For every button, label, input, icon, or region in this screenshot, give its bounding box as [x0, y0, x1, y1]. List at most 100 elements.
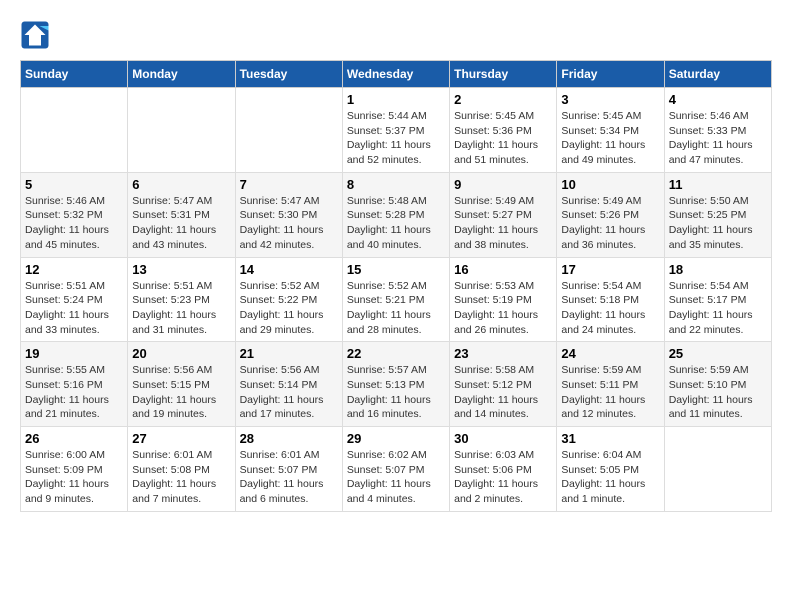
day-info: Sunrise: 5:45 AM	[561, 109, 659, 124]
day-number: 9	[454, 177, 552, 192]
calendar-day-cell: 28Sunrise: 6:01 AMSunset: 5:07 PMDayligh…	[235, 427, 342, 512]
day-info: Daylight: 11 hours	[561, 138, 659, 153]
calendar-day-cell: 10Sunrise: 5:49 AMSunset: 5:26 PMDayligh…	[557, 172, 664, 257]
day-info: Sunrise: 5:49 AM	[561, 194, 659, 209]
day-info: Sunrise: 5:46 AM	[25, 194, 123, 209]
day-info: and 47 minutes.	[669, 153, 767, 168]
day-info: Sunrise: 6:04 AM	[561, 448, 659, 463]
day-info: Sunset: 5:30 PM	[240, 208, 338, 223]
day-info: Sunrise: 5:56 AM	[240, 363, 338, 378]
day-number: 29	[347, 431, 445, 446]
day-info: Daylight: 11 hours	[240, 223, 338, 238]
day-number: 4	[669, 92, 767, 107]
weekday-header: Sunday	[21, 61, 128, 88]
day-info: Sunrise: 5:59 AM	[669, 363, 767, 378]
day-info: Sunset: 5:19 PM	[454, 293, 552, 308]
day-info: Daylight: 11 hours	[454, 477, 552, 492]
day-info: Sunset: 5:21 PM	[347, 293, 445, 308]
day-number: 11	[669, 177, 767, 192]
weekday-header: Monday	[128, 61, 235, 88]
day-info: and 16 minutes.	[347, 407, 445, 422]
day-info: Sunset: 5:05 PM	[561, 463, 659, 478]
logo	[20, 20, 54, 50]
day-info: Sunrise: 6:00 AM	[25, 448, 123, 463]
calendar-day-cell	[21, 88, 128, 173]
calendar-day-cell: 27Sunrise: 6:01 AMSunset: 5:08 PMDayligh…	[128, 427, 235, 512]
day-info: Daylight: 11 hours	[669, 223, 767, 238]
calendar-table: SundayMondayTuesdayWednesdayThursdayFrid…	[20, 60, 772, 512]
day-info: Daylight: 11 hours	[347, 223, 445, 238]
day-info: and 22 minutes.	[669, 323, 767, 338]
day-number: 22	[347, 346, 445, 361]
calendar-day-cell: 24Sunrise: 5:59 AMSunset: 5:11 PMDayligh…	[557, 342, 664, 427]
day-info: and 29 minutes.	[240, 323, 338, 338]
day-number: 27	[132, 431, 230, 446]
day-number: 20	[132, 346, 230, 361]
day-info: Sunset: 5:25 PM	[669, 208, 767, 223]
calendar-day-cell: 2Sunrise: 5:45 AMSunset: 5:36 PMDaylight…	[450, 88, 557, 173]
weekday-header: Friday	[557, 61, 664, 88]
day-info: Sunrise: 5:47 AM	[132, 194, 230, 209]
day-info: Daylight: 11 hours	[561, 393, 659, 408]
day-info: and 12 minutes.	[561, 407, 659, 422]
calendar-day-cell: 30Sunrise: 6:03 AMSunset: 5:06 PMDayligh…	[450, 427, 557, 512]
day-info: and 2 minutes.	[454, 492, 552, 507]
day-info: Sunset: 5:36 PM	[454, 124, 552, 139]
day-info: Sunset: 5:09 PM	[25, 463, 123, 478]
day-number: 5	[25, 177, 123, 192]
day-number: 12	[25, 262, 123, 277]
day-info: Daylight: 11 hours	[454, 308, 552, 323]
calendar-day-cell: 23Sunrise: 5:58 AMSunset: 5:12 PMDayligh…	[450, 342, 557, 427]
day-info: Daylight: 11 hours	[25, 477, 123, 492]
calendar-day-cell: 25Sunrise: 5:59 AMSunset: 5:10 PMDayligh…	[664, 342, 771, 427]
day-info: Daylight: 11 hours	[240, 308, 338, 323]
day-info: Sunrise: 5:52 AM	[347, 279, 445, 294]
day-info: and 24 minutes.	[561, 323, 659, 338]
day-number: 19	[25, 346, 123, 361]
weekday-header: Tuesday	[235, 61, 342, 88]
day-number: 24	[561, 346, 659, 361]
day-info: and 17 minutes.	[240, 407, 338, 422]
day-info: Sunset: 5:34 PM	[561, 124, 659, 139]
day-info: Sunset: 5:15 PM	[132, 378, 230, 393]
calendar-day-cell: 22Sunrise: 5:57 AMSunset: 5:13 PMDayligh…	[342, 342, 449, 427]
day-info: Daylight: 11 hours	[561, 477, 659, 492]
day-info: Daylight: 11 hours	[454, 393, 552, 408]
day-number: 25	[669, 346, 767, 361]
calendar-day-cell: 6Sunrise: 5:47 AMSunset: 5:31 PMDaylight…	[128, 172, 235, 257]
day-info: and 14 minutes.	[454, 407, 552, 422]
day-info: Sunset: 5:26 PM	[561, 208, 659, 223]
day-info: Sunset: 5:31 PM	[132, 208, 230, 223]
day-number: 7	[240, 177, 338, 192]
day-info: Daylight: 11 hours	[561, 308, 659, 323]
calendar-week-row: 26Sunrise: 6:00 AMSunset: 5:09 PMDayligh…	[21, 427, 772, 512]
day-info: and 19 minutes.	[132, 407, 230, 422]
calendar-day-cell: 13Sunrise: 5:51 AMSunset: 5:23 PMDayligh…	[128, 257, 235, 342]
calendar-day-cell: 7Sunrise: 5:47 AMSunset: 5:30 PMDaylight…	[235, 172, 342, 257]
day-info: and 35 minutes.	[669, 238, 767, 253]
day-info: Daylight: 11 hours	[669, 308, 767, 323]
calendar-day-cell: 4Sunrise: 5:46 AMSunset: 5:33 PMDaylight…	[664, 88, 771, 173]
calendar-day-cell	[128, 88, 235, 173]
day-info: Sunset: 5:18 PM	[561, 293, 659, 308]
calendar-day-cell: 31Sunrise: 6:04 AMSunset: 5:05 PMDayligh…	[557, 427, 664, 512]
logo-icon	[20, 20, 50, 50]
day-info: Daylight: 11 hours	[132, 393, 230, 408]
day-info: Sunrise: 5:44 AM	[347, 109, 445, 124]
calendar-day-cell: 9Sunrise: 5:49 AMSunset: 5:27 PMDaylight…	[450, 172, 557, 257]
day-info: Daylight: 11 hours	[25, 223, 123, 238]
day-info: Sunrise: 5:52 AM	[240, 279, 338, 294]
calendar-day-cell: 5Sunrise: 5:46 AMSunset: 5:32 PMDaylight…	[21, 172, 128, 257]
day-info: and 45 minutes.	[25, 238, 123, 253]
day-info: and 11 minutes.	[669, 407, 767, 422]
day-info: Daylight: 11 hours	[669, 138, 767, 153]
day-info: and 9 minutes.	[25, 492, 123, 507]
day-number: 30	[454, 431, 552, 446]
day-number: 16	[454, 262, 552, 277]
day-info: Sunrise: 5:57 AM	[347, 363, 445, 378]
day-info: Sunset: 5:10 PM	[669, 378, 767, 393]
day-info: Sunrise: 5:51 AM	[25, 279, 123, 294]
day-info: Sunrise: 5:56 AM	[132, 363, 230, 378]
day-number: 13	[132, 262, 230, 277]
weekday-header-row: SundayMondayTuesdayWednesdayThursdayFrid…	[21, 61, 772, 88]
